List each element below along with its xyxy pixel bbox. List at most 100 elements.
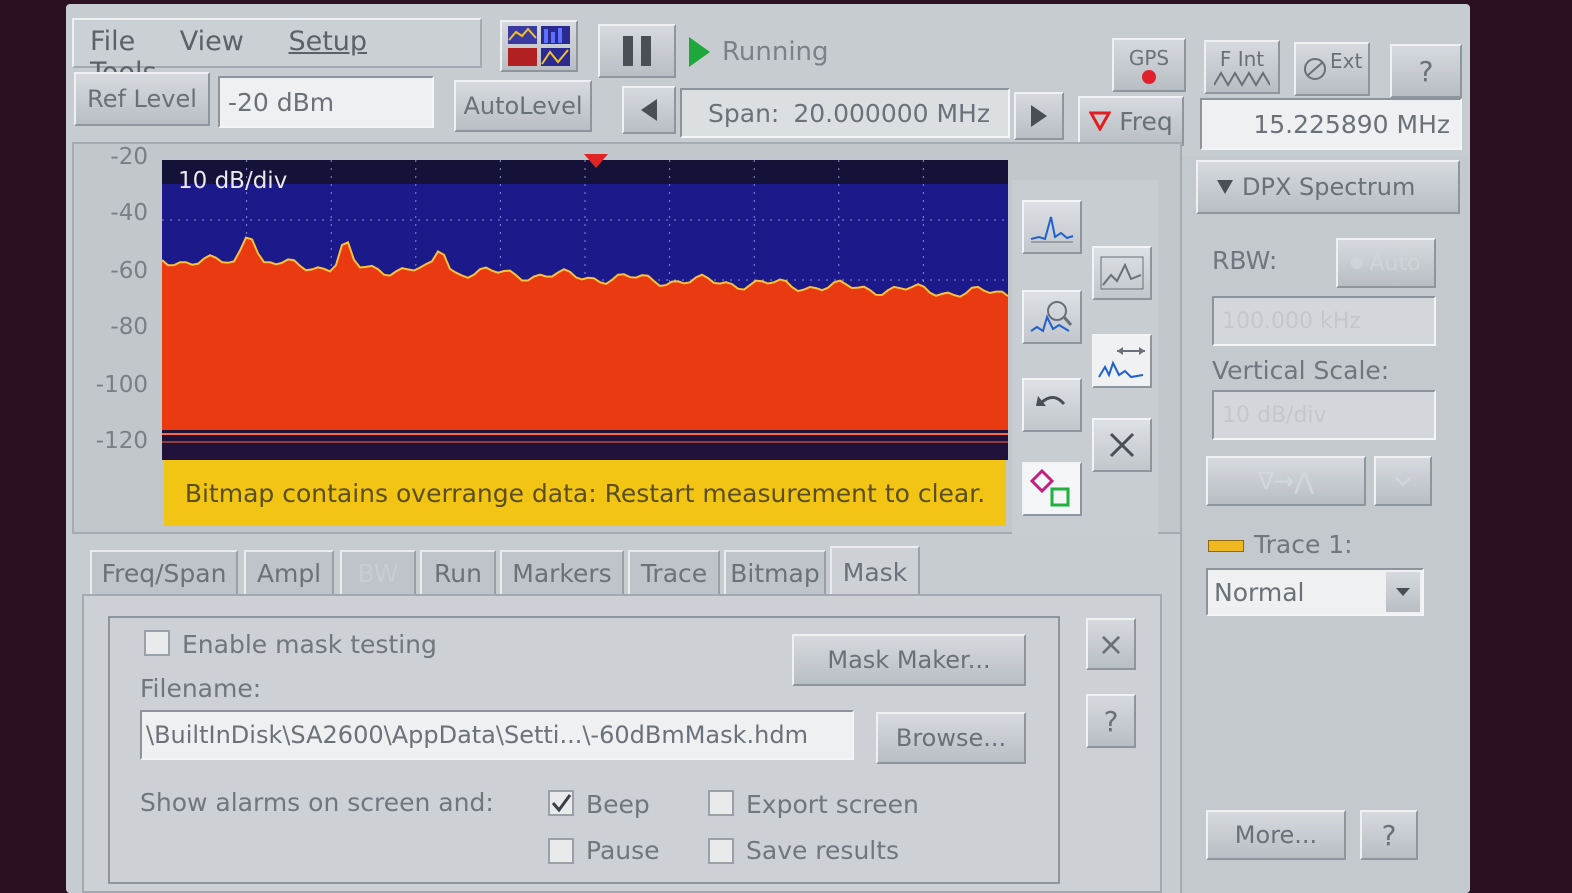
dpx-spectrum-header[interactable]: DPX Spectrum	[1196, 160, 1460, 214]
pause-button[interactable]	[598, 24, 676, 78]
span-arrows-icon	[1098, 347, 1145, 379]
plot-close-button[interactable]	[1092, 418, 1152, 472]
export-screen-checkbox[interactable]	[708, 790, 734, 816]
tab-trace[interactable]: Trace	[628, 550, 720, 594]
run-status: Running	[686, 30, 829, 74]
display-layout-button[interactable]	[500, 20, 578, 72]
vertical-scale-value: 10 dB/div	[1222, 402, 1327, 428]
tab-ampl[interactable]: Ampl	[244, 550, 334, 594]
rbw-auto-label: Auto	[1369, 250, 1421, 276]
tab-freq-span[interactable]: Freq/Span	[90, 550, 238, 594]
enable-mask-checkbox[interactable]	[144, 630, 170, 656]
peak-search-button[interactable]	[1092, 246, 1152, 300]
enable-mask-label: Enable mask testing	[182, 630, 437, 659]
tab-markers[interactable]: Markers	[500, 550, 624, 594]
ref-level-label: Ref Level	[87, 85, 197, 113]
tab-label: Ampl	[256, 558, 322, 588]
close-icon	[1109, 432, 1135, 458]
menu-file[interactable]: File	[90, 26, 135, 57]
waveform-icon	[1214, 71, 1270, 87]
tab-label: Trace	[640, 558, 708, 588]
arrow-left-icon	[641, 99, 657, 121]
dropdown-arrow-icon	[1396, 588, 1410, 596]
tab-label: BW	[357, 558, 399, 588]
trace-label: Trace 1:	[1254, 530, 1353, 559]
tab-label: Markers	[512, 558, 612, 588]
menu-setup[interactable]: Setup	[288, 26, 367, 57]
spectrum-view-button[interactable]	[1022, 200, 1082, 254]
ref-level-button[interactable]: Ref Level	[74, 72, 210, 126]
trace-mode-dropdown-button[interactable]	[1386, 572, 1420, 612]
filename-input[interactable]: \BuiltInDisk\SA2600\AppData\Setti...\-60…	[140, 710, 854, 760]
span-value: 20.000000 MHz	[793, 98, 990, 128]
span-label: Span:	[708, 98, 780, 128]
span-increase-button[interactable]	[1014, 92, 1064, 140]
span-adjust-button[interactable]	[1092, 334, 1152, 388]
checkmark-icon	[551, 794, 572, 813]
pause-checkbox[interactable]	[548, 838, 574, 864]
alarms-label: Show alarms on screen and:	[140, 788, 494, 817]
span-display[interactable]: Span: 20.000000 MHz	[680, 88, 1010, 138]
menu-view[interactable]: View	[180, 26, 244, 57]
gps-status-icon	[1142, 70, 1156, 84]
more-button[interactable]: More...	[1206, 810, 1346, 860]
y-tick: -40	[110, 200, 148, 226]
freq-button[interactable]: Freq	[1078, 96, 1184, 146]
mask-help-label: ?	[1103, 704, 1119, 738]
marker-triangle-icon	[1089, 111, 1112, 131]
tab-mask[interactable]: Mask	[830, 546, 920, 596]
dpx-spectrum-display[interactable]: 10 dB/div	[161, 160, 1009, 460]
overrange-warning: Bitmap contains overrange data: Restart …	[164, 460, 1006, 526]
rbw-label: RBW:	[1212, 246, 1278, 275]
span-decrease-button[interactable]	[622, 86, 676, 134]
undo-button[interactable]	[1022, 378, 1082, 432]
mask-maker-button[interactable]: Mask Maker...	[792, 634, 1026, 686]
ext-button[interactable]: Ext	[1294, 42, 1370, 96]
filename-label: Filename:	[140, 674, 262, 703]
side-help-button[interactable]: ?	[1360, 810, 1418, 860]
dpx-spectrum-title: DPX Spectrum	[1242, 173, 1416, 201]
f-int-button[interactable]: F Int	[1204, 40, 1280, 94]
ref-level-input[interactable]: -20 dBm	[218, 76, 434, 128]
tab-bitmap[interactable]: Bitmap	[724, 550, 826, 594]
mask-help-button[interactable]: ?	[1086, 694, 1136, 748]
trace-color-swatch	[1208, 540, 1244, 552]
instrument-screen: File View Setup Tools Running GPS F Int	[66, 4, 1470, 893]
export-screen-label: Export screen	[746, 790, 919, 819]
gps-button[interactable]: GPS	[1112, 38, 1186, 92]
run-status-label: Running	[722, 37, 829, 67]
beep-checkbox[interactable]	[548, 790, 574, 816]
top-help-button[interactable]: ?	[1390, 44, 1462, 98]
zoom-button[interactable]	[1022, 290, 1082, 344]
y-tick: -100	[95, 372, 148, 398]
mask-shapes-icon	[1030, 469, 1070, 507]
mask-close-button[interactable]: ×	[1086, 618, 1136, 670]
tab-run[interactable]: Run	[420, 550, 496, 594]
freq-input[interactable]: 15.225890 MHz	[1200, 98, 1462, 150]
rbw-value: 100.000 kHz	[1222, 308, 1361, 334]
y-tick: -60	[110, 258, 148, 284]
peak-search-icon	[1100, 256, 1144, 290]
tab-label: Mask	[842, 557, 908, 587]
tab-label: Freq/Span	[101, 558, 227, 588]
ref-level-value: -20 dBm	[228, 87, 335, 117]
play-icon	[689, 37, 710, 67]
filename-value: \BuiltInDisk\SA2600\AppData\Setti...\-60…	[146, 721, 808, 749]
save-results-label: Save results	[746, 836, 900, 865]
tab-bw: BW	[340, 550, 416, 594]
save-results-checkbox[interactable]	[708, 838, 734, 864]
mask-shape-button[interactable]	[1022, 462, 1082, 516]
browse-button[interactable]: Browse...	[876, 712, 1026, 764]
trace-mode-select[interactable]: Normal	[1206, 568, 1424, 616]
f-int-label: F Int	[1219, 47, 1265, 71]
pause-label: Pause	[586, 836, 660, 865]
vertical-scale-input: 10 dB/div	[1212, 390, 1436, 440]
collapse-triangle-icon	[1217, 180, 1233, 194]
autolevel-button[interactable]: AutoLevel	[454, 80, 592, 132]
center-marker-icon	[584, 154, 608, 168]
tab-label: Bitmap	[730, 558, 820, 588]
y-tick: -120	[95, 428, 148, 454]
rbw-auto-button: Auto	[1336, 238, 1436, 288]
tab-label: Run	[434, 558, 482, 588]
more-label: More...	[1234, 821, 1318, 849]
